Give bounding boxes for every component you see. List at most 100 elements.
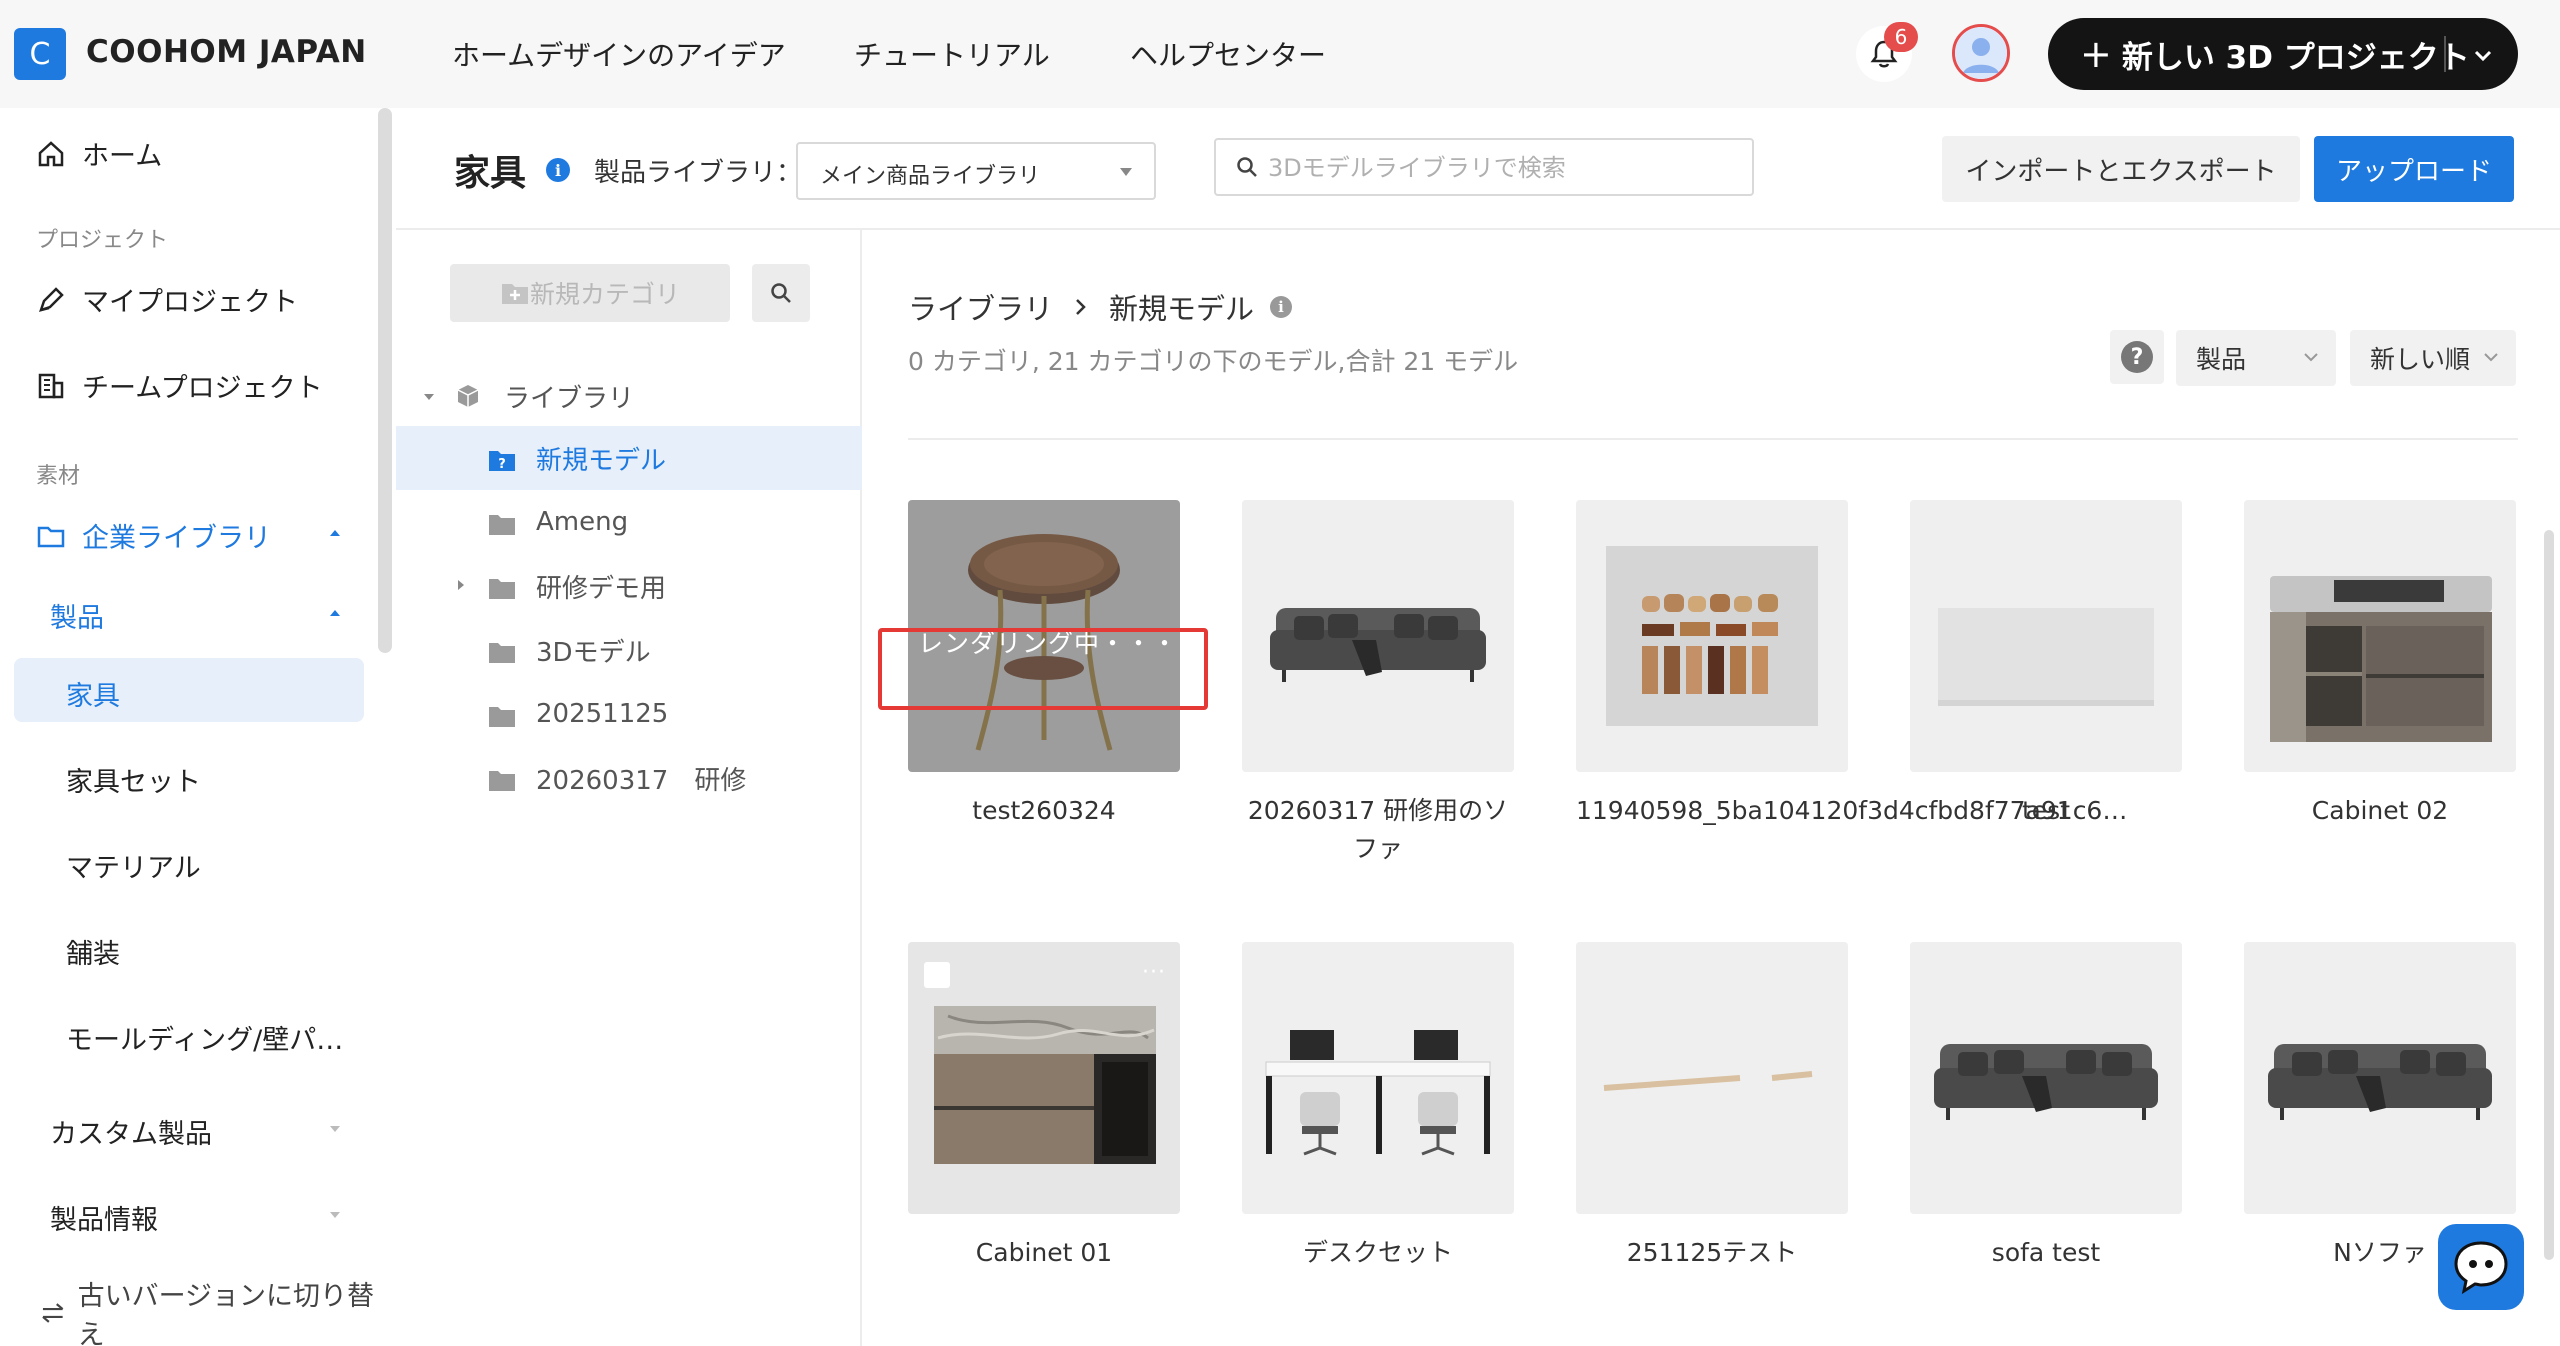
new-3d-project-button[interactable]: + 新しい 3D プロジェクト bbox=[2048, 18, 2518, 90]
model-thumbnail[interactable] bbox=[1576, 942, 1848, 1214]
select-checkbox[interactable] bbox=[924, 962, 950, 988]
category-search-button[interactable] bbox=[752, 264, 810, 322]
more-options-icon[interactable]: ··· bbox=[1142, 960, 1166, 985]
sidebar-item-team-projects[interactable]: チームプロジェクト bbox=[36, 366, 323, 405]
caret-right-icon[interactable] bbox=[456, 578, 466, 592]
upload-button[interactable]: アップロード bbox=[2314, 136, 2514, 202]
sidebar-item-my-projects[interactable]: マイプロジェクト bbox=[36, 280, 298, 319]
chevron-right-icon bbox=[1076, 299, 1086, 315]
tree-label-new-models: 新規モデル bbox=[536, 445, 667, 476]
import-export-button[interactable]: インポートとエクスポート bbox=[1942, 136, 2300, 202]
sidebar-item-products[interactable]: 製品 bbox=[50, 596, 104, 635]
search-icon bbox=[1237, 157, 1257, 177]
model-thumbnail[interactable]: ··· bbox=[908, 942, 1180, 1214]
switch-arrows-icon bbox=[42, 1303, 64, 1323]
model-search-box[interactable] bbox=[1214, 138, 1754, 196]
sidebar: ホーム プロジェクト マイプロジェクト チームプロジェクト 素材 企業ライブラリ… bbox=[0, 108, 396, 1346]
sidebar-item-product-info[interactable]: 製品情報 bbox=[50, 1198, 158, 1237]
tree-label-20251125: 20251125 bbox=[536, 699, 669, 729]
product-type-filter[interactable]: 製品 bbox=[2176, 330, 2336, 386]
product-library-label: 製品ライブラリ： bbox=[594, 158, 803, 188]
tree-item-training-demo[interactable]: 研修デモ用 bbox=[396, 554, 862, 618]
tree-item-20251125[interactable]: 20251125 bbox=[396, 682, 862, 746]
breadcrumb-current: 新規モデル bbox=[1109, 292, 1255, 326]
brand-name[interactable]: COOHOM JAPAN bbox=[86, 34, 367, 70]
main-area: 家具 i 製品ライブラリ： メイン商品ライブラリ インポートとエクスポート アッ… bbox=[396, 108, 2560, 1346]
tree-label-3d-models: 3Dモデル bbox=[536, 637, 651, 668]
breadcrumb: ライブラリ 新規モデル i bbox=[908, 286, 1293, 328]
sidebar-scrollbar[interactable] bbox=[378, 108, 392, 653]
cabinet-sink-thumbnail bbox=[2244, 500, 2516, 772]
logo-icon[interactable]: C bbox=[14, 28, 66, 80]
model-name: Cabinet 02 bbox=[2311, 796, 2449, 825]
caret-down-icon[interactable] bbox=[422, 392, 436, 402]
panel-samples-thumbnail bbox=[1576, 500, 1848, 772]
chevron-down-icon bbox=[2304, 353, 2318, 362]
caret-up-icon[interactable] bbox=[328, 608, 342, 618]
caret-down-icon[interactable] bbox=[328, 1124, 342, 1134]
nav-help-center[interactable]: ヘルプセンター bbox=[1130, 34, 1326, 74]
product-library-select[interactable]: メイン商品ライブラリ bbox=[796, 142, 1156, 200]
model-thumbnail[interactable] bbox=[1242, 942, 1514, 1214]
help-button[interactable]: ? bbox=[2110, 330, 2164, 384]
divider bbox=[908, 438, 2518, 440]
caret-up-icon[interactable] bbox=[328, 528, 342, 538]
sidebar-label-product-info: 製品情報 bbox=[50, 1205, 158, 1236]
sidebar-label-material: マテリアル bbox=[66, 853, 201, 884]
chat-support-button[interactable] bbox=[2438, 1224, 2524, 1310]
tree-label-training-demo: 研修デモ用 bbox=[536, 573, 667, 604]
sidebar-item-paving[interactable]: 舗装 bbox=[66, 932, 120, 971]
tree-item-ameng[interactable]: Ameng bbox=[396, 490, 862, 554]
cube-icon bbox=[457, 385, 479, 407]
model-thumbnail[interactable] bbox=[1910, 942, 2182, 1214]
chat-bubble-icon bbox=[2454, 1241, 2508, 1295]
category-panel: 新規カテゴリ ライブラリ ? 新規モデル Ameng 研修デモ用 3Dモデル 2… bbox=[396, 230, 862, 1346]
breadcrumb-root[interactable]: ライブラリ bbox=[908, 286, 1053, 328]
tree-item-3d-models[interactable]: 3Dモデル bbox=[396, 618, 862, 682]
sidebar-item-furniture[interactable]: 家具 bbox=[66, 674, 120, 713]
sidebar-item-home[interactable]: ホーム bbox=[36, 134, 162, 173]
help-folder-icon: ? bbox=[489, 451, 515, 472]
sidebar-item-custom-products[interactable]: カスタム製品 bbox=[50, 1112, 212, 1151]
model-name: デスクセット bbox=[1302, 1238, 1453, 1267]
product-library-selected: メイン商品ライブラリ bbox=[820, 164, 1041, 189]
folder-icon bbox=[489, 515, 515, 535]
chevron-down-icon[interactable] bbox=[2468, 40, 2498, 70]
desk-set-thumbnail bbox=[1242, 942, 1514, 1214]
model-thumbnail[interactable] bbox=[2244, 942, 2516, 1214]
nav-tutorials[interactable]: チュートリアル bbox=[854, 34, 1050, 74]
model-thumbnail[interactable] bbox=[1910, 500, 2182, 772]
tree-item-new-models[interactable]: ? 新規モデル bbox=[396, 426, 862, 490]
model-name: 11940598_5ba104120f3d4cfbd8f77a91c6… bbox=[1576, 796, 2128, 825]
product-type-filter-label: 製品 bbox=[2196, 345, 2247, 374]
model-thumbnail[interactable] bbox=[2244, 500, 2516, 772]
sidebar-item-material[interactable]: マテリアル bbox=[66, 846, 201, 885]
content-scrollbar[interactable] bbox=[2544, 530, 2554, 1260]
sidebar-item-furniture-set[interactable]: 家具セット bbox=[66, 760, 201, 799]
sidebar-label-products: 製品 bbox=[50, 603, 104, 634]
sidebar-item-enterprise-library[interactable]: 企業ライブラリ bbox=[36, 516, 271, 555]
main-header: 家具 i 製品ライブラリ： メイン商品ライブラリ インポートとエクスポート アッ… bbox=[396, 108, 2560, 230]
model-count-summary: 0 カテゴリ, 21 カテゴリの下のモデル,合計 21 モデル bbox=[908, 347, 1519, 376]
model-thumbnail[interactable] bbox=[1576, 500, 1848, 772]
switch-old-version-link[interactable]: 古いバージョンに切り替え bbox=[40, 1274, 396, 1346]
tree-item-library[interactable]: ライブラリ bbox=[396, 364, 862, 428]
user-avatar-icon bbox=[1955, 27, 2007, 79]
top-bar: C COOHOM JAPAN ホームデザインのアイデア チュートリアル ヘルプセ… bbox=[0, 0, 2560, 108]
button-divider bbox=[2444, 36, 2446, 72]
caret-down-icon[interactable] bbox=[328, 1210, 342, 1220]
nav-home-design-ideas[interactable]: ホームデザインのアイデア bbox=[452, 34, 786, 74]
info-icon[interactable]: i bbox=[1270, 296, 1293, 318]
blank-panel-thumbnail bbox=[1910, 500, 2182, 772]
sidebar-item-molding[interactable]: モールディング/壁パ… bbox=[66, 1018, 343, 1057]
info-icon[interactable]: i bbox=[546, 158, 570, 182]
sort-select[interactable]: 新しい順 bbox=[2350, 330, 2516, 386]
model-search-input[interactable] bbox=[1268, 152, 1728, 184]
new-category-button[interactable]: 新規カテゴリ bbox=[450, 264, 730, 322]
sidebar-label-team-projects: チームプロジェクト bbox=[82, 373, 323, 404]
avatar[interactable] bbox=[1952, 24, 2010, 82]
sidebar-label-furniture-set: 家具セット bbox=[66, 767, 201, 798]
model-thumbnail[interactable] bbox=[1242, 500, 1514, 772]
tree-item-20260317-training[interactable]: 20260317 研修 bbox=[396, 746, 862, 810]
home-icon bbox=[38, 140, 64, 166]
